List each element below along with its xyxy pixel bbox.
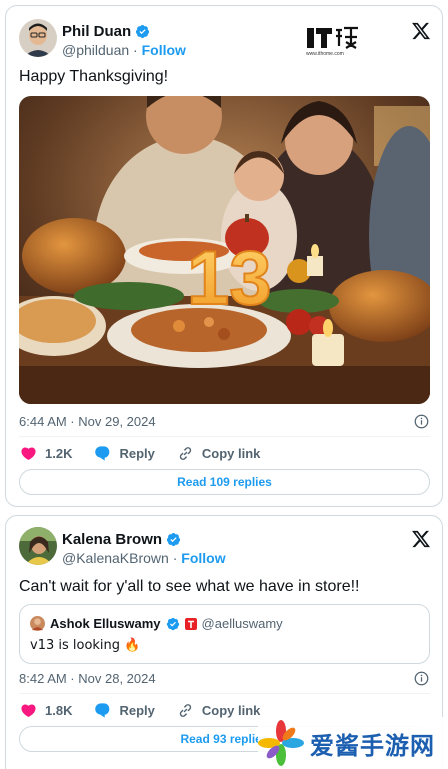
reply-button[interactable]: Reply xyxy=(94,702,155,719)
photo-number-overlay: 13 xyxy=(187,236,272,321)
thanksgiving-dinner-image: 13 xyxy=(19,96,430,404)
author-handle[interactable]: @philduan xyxy=(62,42,129,58)
like-count: 1.2K xyxy=(45,446,73,461)
author-name[interactable]: Phil Duan xyxy=(62,23,131,40)
copy-link-label: Copy link xyxy=(201,703,261,718)
info-icon[interactable] xyxy=(414,414,429,429)
tweet-timestamp[interactable]: 8:42 AM · Nov 28, 2024 xyxy=(19,671,156,686)
read-replies-button[interactable]: Read 109 replies xyxy=(19,469,430,495)
reply-label: Reply xyxy=(119,703,155,718)
reply-button[interactable]: Reply xyxy=(94,445,155,462)
brand-watermark: 爱酱手游网 xyxy=(258,717,448,769)
avatar-kalenabrown[interactable] xyxy=(19,527,57,565)
x-logo-icon[interactable] xyxy=(411,21,431,41)
author-handle[interactable]: @KalenaKBrown xyxy=(62,550,169,566)
quoted-author-name[interactable]: Ashok Elluswamy xyxy=(50,616,161,631)
like-button[interactable]: 1.2K xyxy=(20,445,72,462)
verified-badge-icon xyxy=(136,24,150,39)
quoted-tweet[interactable]: Ashok Elluswamy @aelluswamy v13 is looki… xyxy=(19,604,430,664)
watermark-site: www.ithome.com xyxy=(306,51,344,57)
tweet-photo[interactable]: 13 xyxy=(19,96,430,404)
reply-icon xyxy=(95,446,110,461)
ithome-watermark: www.ithome.com xyxy=(306,22,362,60)
heart-icon xyxy=(21,447,36,460)
tweet-card-philduan[interactable]: Phil Duan @philduan · Follow www.ithome.… xyxy=(5,5,443,507)
tweet-timestamp[interactable]: 6:44 AM · Nov 29, 2024 xyxy=(19,414,156,429)
x-logo-icon[interactable] xyxy=(411,529,431,549)
reply-label: Reply xyxy=(119,446,155,461)
copy-link-label: Copy link xyxy=(201,446,261,461)
tesla-affiliate-icon xyxy=(184,617,197,630)
link-icon xyxy=(179,704,191,717)
author-name[interactable]: Kalena Brown xyxy=(62,531,162,548)
verified-badge-icon xyxy=(166,617,179,630)
info-icon[interactable] xyxy=(414,671,429,686)
avatar-philduan[interactable] xyxy=(19,19,57,57)
copy-link-button[interactable]: Copy link xyxy=(177,702,261,719)
pinwheel-logo-icon xyxy=(258,720,304,766)
quoted-tweet-text: v13 is looking 🔥 xyxy=(30,638,141,653)
quoted-author-handle[interactable]: @aelluswamy xyxy=(202,616,283,631)
reply-icon xyxy=(95,703,110,718)
quoted-avatar[interactable] xyxy=(30,616,45,631)
brand-name: 爱酱手游网 xyxy=(310,731,435,760)
heart-icon xyxy=(21,704,36,717)
copy-link-button[interactable]: Copy link xyxy=(177,445,261,462)
follow-button[interactable]: Follow xyxy=(181,550,225,566)
tweet-text: Can't wait for y'all to see what we have… xyxy=(19,578,360,595)
link-icon xyxy=(179,447,191,460)
divider xyxy=(19,693,430,694)
divider xyxy=(19,436,430,437)
like-button[interactable]: 1.8K xyxy=(20,702,72,719)
tweet-text: Happy Thanksgiving! xyxy=(19,68,169,85)
like-count: 1.8K xyxy=(45,703,73,718)
follow-button[interactable]: Follow xyxy=(142,42,186,58)
verified-badge-icon xyxy=(166,532,181,547)
